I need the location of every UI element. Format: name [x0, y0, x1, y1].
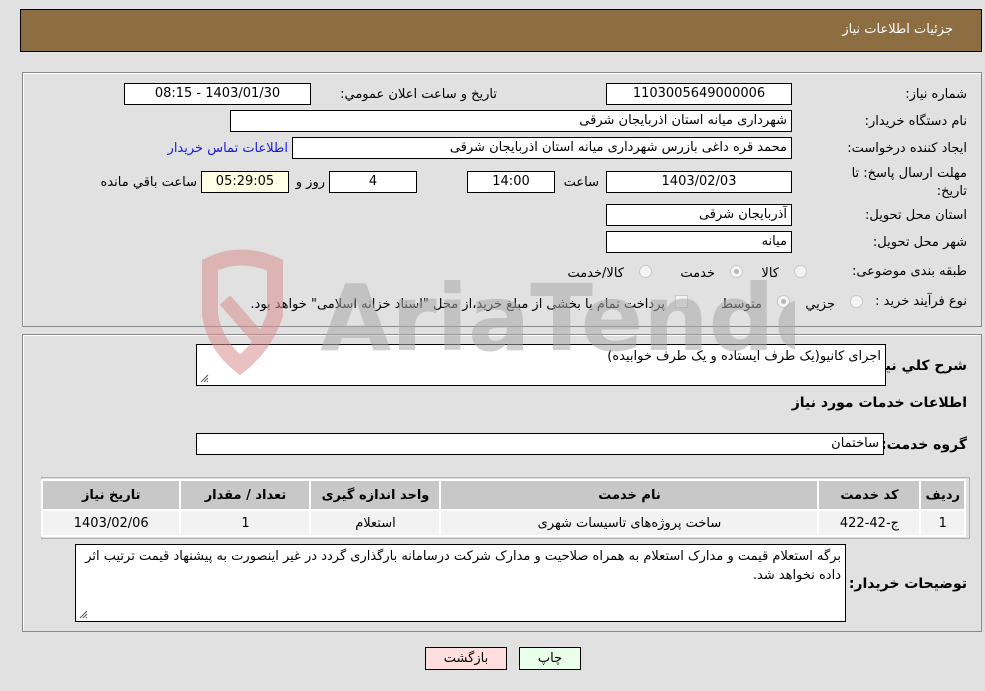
col-service-code: کد خدمت — [817, 479, 922, 511]
deadline-time-field: 14:00 — [467, 171, 555, 193]
category-radio-service[interactable] — [730, 265, 743, 278]
buyer-notes-text: برگه استعلام قیمت و مدارک استعلام به همر… — [85, 549, 841, 583]
buyer-notes-label: توضیحات خریدار: — [848, 576, 967, 592]
cell-row: 1 — [919, 509, 966, 537]
deadline-time-label: ساعت — [563, 175, 599, 190]
time-remaining-label: ساعت باقي مانده — [100, 175, 197, 190]
process-option-medium: متوسط — [721, 297, 762, 312]
print-button[interactable]: چاپ — [519, 647, 581, 670]
resize-grip-icon[interactable] — [78, 609, 88, 619]
need-number-field: 1103005649000006 — [606, 83, 792, 105]
summary-panel: شرح کلي نیاز: اجرای کانیو(یک طرف ایستاده… — [22, 334, 982, 632]
category-option-goods-service: کالا/خدمت — [567, 266, 624, 281]
category-radio-goods[interactable] — [794, 265, 807, 278]
col-row: ردیف — [919, 479, 966, 511]
col-quantity: تعداد / مقدار — [179, 479, 312, 511]
buyer-org-field: شهرداری میانه استان اذربایجان شرقی — [230, 110, 792, 132]
details-panel: شماره نیاز: 1103005649000006 تاریخ و ساع… — [22, 72, 982, 327]
announce-datetime-field: 1403/01/30 - 08:15 — [124, 83, 311, 105]
col-service-name: نام خدمت — [439, 479, 820, 511]
deadline-date-field: 1403/02/03 — [606, 171, 792, 193]
buyer-contact-link[interactable]: اطلاعات تماس خریدار — [168, 141, 288, 156]
delivery-city-field: میانه — [606, 231, 792, 253]
cell-unit: استعلام — [309, 509, 442, 537]
process-radio-medium[interactable] — [777, 295, 790, 308]
delivery-province-label: استان محل تحویل: — [865, 208, 967, 223]
services-section-title: اطلاعات خدمات مورد نیاز — [791, 395, 967, 411]
category-option-service: خدمت — [680, 266, 715, 281]
process-radio-small[interactable] — [850, 295, 863, 308]
delivery-city-label: شهر محل تحویل: — [872, 235, 967, 250]
col-unit: واحد اندازه گیری — [309, 479, 442, 511]
time-remaining-field: 05:29:05 — [201, 171, 289, 193]
service-group-field: ساختمان — [196, 433, 884, 455]
buyer-org-label: نام دستگاه خریدار: — [864, 114, 967, 129]
page-title: جزئیات اطلاعات نیاز — [842, 22, 953, 37]
need-number-label: شماره نیاز: — [905, 87, 967, 102]
category-label: طبقه بندی موضوعی: — [851, 264, 967, 279]
process-label: نوع فرآیند خرید : — [875, 294, 967, 309]
col-need-date: تاریخ نیاز — [40, 479, 182, 511]
back-button[interactable]: بازگشت — [425, 647, 507, 670]
services-table: ردیف کد خدمت نام خدمت واحد اندازه گیری ت… — [40, 479, 966, 537]
deadline-label: مهلت ارسال پاسخ: تا تاریخ: — [851, 166, 967, 199]
cell-service-code: ج-42-422 — [817, 509, 922, 537]
treasury-note: پرداخت تمام یا بخشی از مبلغ خرید،از محل … — [250, 297, 665, 312]
resize-grip-icon[interactable] — [199, 373, 209, 383]
table-header-row: ردیف کد خدمت نام خدمت واحد اندازه گیری ت… — [40, 479, 966, 511]
days-label: روز و — [295, 175, 325, 190]
days-remaining-field: 4 — [329, 171, 417, 193]
requester-field: محمد قره داغی بازرس شهرداری میانه استان … — [292, 137, 792, 159]
requester-label: ایجاد کننده درخواست: — [847, 141, 967, 156]
announce-datetime-label: تاریخ و ساعت اعلان عمومي: — [340, 87, 497, 102]
summary-textarea[interactable]: اجرای کانیو(یک طرف ایستاده و یک طرف خواب… — [196, 344, 886, 386]
treasury-checkbox[interactable] — [675, 295, 688, 308]
cell-service-name: ساخت پروژه‌های تاسیسات شهری — [439, 509, 820, 537]
category-option-goods: کالا — [761, 266, 779, 281]
service-group-label: گروه خدمت: — [881, 437, 967, 453]
page-header: جزئیات اطلاعات نیاز — [20, 9, 982, 52]
table-row: 1 ج-42-422 ساخت پروژه‌های تاسیسات شهری ا… — [40, 509, 966, 537]
cell-quantity: 1 — [179, 509, 312, 537]
category-radio-goods-service[interactable] — [639, 265, 652, 278]
buyer-notes-textarea[interactable]: برگه استعلام قیمت و مدارک استعلام به همر… — [75, 544, 846, 622]
delivery-province-field: آذربایجان شرقی — [606, 204, 792, 226]
summary-text: اجرای کانیو(یک طرف ایستاده و یک طرف خواب… — [607, 349, 881, 364]
cell-need-date: 1403/02/06 — [40, 509, 182, 537]
process-option-small: جزیي — [805, 297, 835, 312]
